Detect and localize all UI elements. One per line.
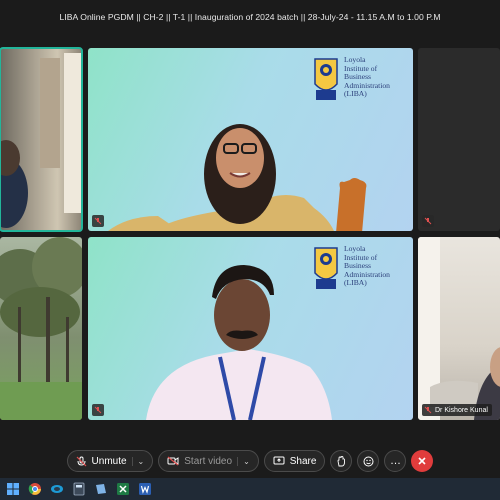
video-tile-bottom-left[interactable] (0, 237, 82, 420)
participant-video (0, 237, 82, 420)
notes-icon[interactable] (92, 480, 110, 498)
meeting-title-text: LIBA Online PGDM || CH-2 || T-1 || Inaug… (59, 12, 441, 22)
participant-video (418, 237, 500, 420)
liba-logo: Loyola Institute of Business Administrat… (312, 244, 390, 291)
share-label: Share (289, 455, 317, 467)
chrome-icon[interactable] (26, 480, 44, 498)
raise-hand-button[interactable] (330, 450, 353, 472)
video-off-icon (167, 456, 179, 466)
excel-icon[interactable] (114, 480, 132, 498)
start-video-button[interactable]: Start video ⌄ (158, 450, 259, 472)
logo-line: (LIBA) (344, 278, 367, 288)
webex-icon[interactable] (48, 480, 66, 498)
mic-muted-icon (424, 406, 432, 414)
leave-meeting-button[interactable] (411, 450, 434, 472)
video-tile-bottom-right[interactable]: Dr Kishore Kunal (418, 237, 500, 420)
meeting-title: LIBA Online PGDM || CH-2 || T-1 || Inaug… (0, 0, 500, 34)
raise-hand-icon (338, 455, 346, 466)
reactions-button[interactable] (357, 450, 380, 472)
unmute-label: Unmute (91, 455, 127, 467)
liba-crest-icon (314, 58, 338, 100)
participant-video (0, 53, 82, 228)
mic-muted-icon (76, 456, 86, 466)
participant-name: Dr Kishore Kunal (435, 406, 488, 414)
meeting-toolbar: Unmute ⌄ Start video ⌄ Share … (0, 448, 500, 474)
emoji-icon (363, 456, 374, 466)
chevron-down-icon[interactable]: ⌄ (131, 456, 144, 466)
mic-muted-icon (92, 215, 104, 227)
chevron-down-icon[interactable]: ⌄ (237, 456, 250, 466)
start-video-label: Start video (184, 455, 233, 467)
share-screen-icon (273, 456, 285, 465)
logo-line: (LIBA) (344, 89, 367, 99)
participant-name-tag: Dr Kishore Kunal (422, 404, 492, 416)
start-icon[interactable] (4, 480, 22, 498)
windows-taskbar (0, 478, 500, 500)
video-tile-top-right[interactable] (418, 48, 500, 231)
close-icon (418, 457, 427, 465)
more-icon: … (389, 455, 401, 467)
more-options-button[interactable]: … (384, 450, 407, 472)
liba-crest-icon (314, 247, 338, 289)
calculator-icon[interactable] (70, 480, 88, 498)
word-icon[interactable] (136, 480, 154, 498)
mic-muted-icon (422, 215, 434, 227)
liba-logo: Loyola Institute of Business Administrat… (312, 55, 390, 102)
mic-muted-icon (92, 404, 104, 416)
share-button[interactable]: Share (263, 450, 326, 472)
video-tile-bottom-center[interactable]: Loyola Institute of Business Administrat… (88, 237, 413, 420)
video-tile-top-center[interactable]: Loyola Institute of Business Administrat… (88, 48, 413, 231)
video-tile-top-left[interactable] (0, 47, 83, 232)
unmute-button[interactable]: Unmute ⌄ (66, 450, 154, 472)
